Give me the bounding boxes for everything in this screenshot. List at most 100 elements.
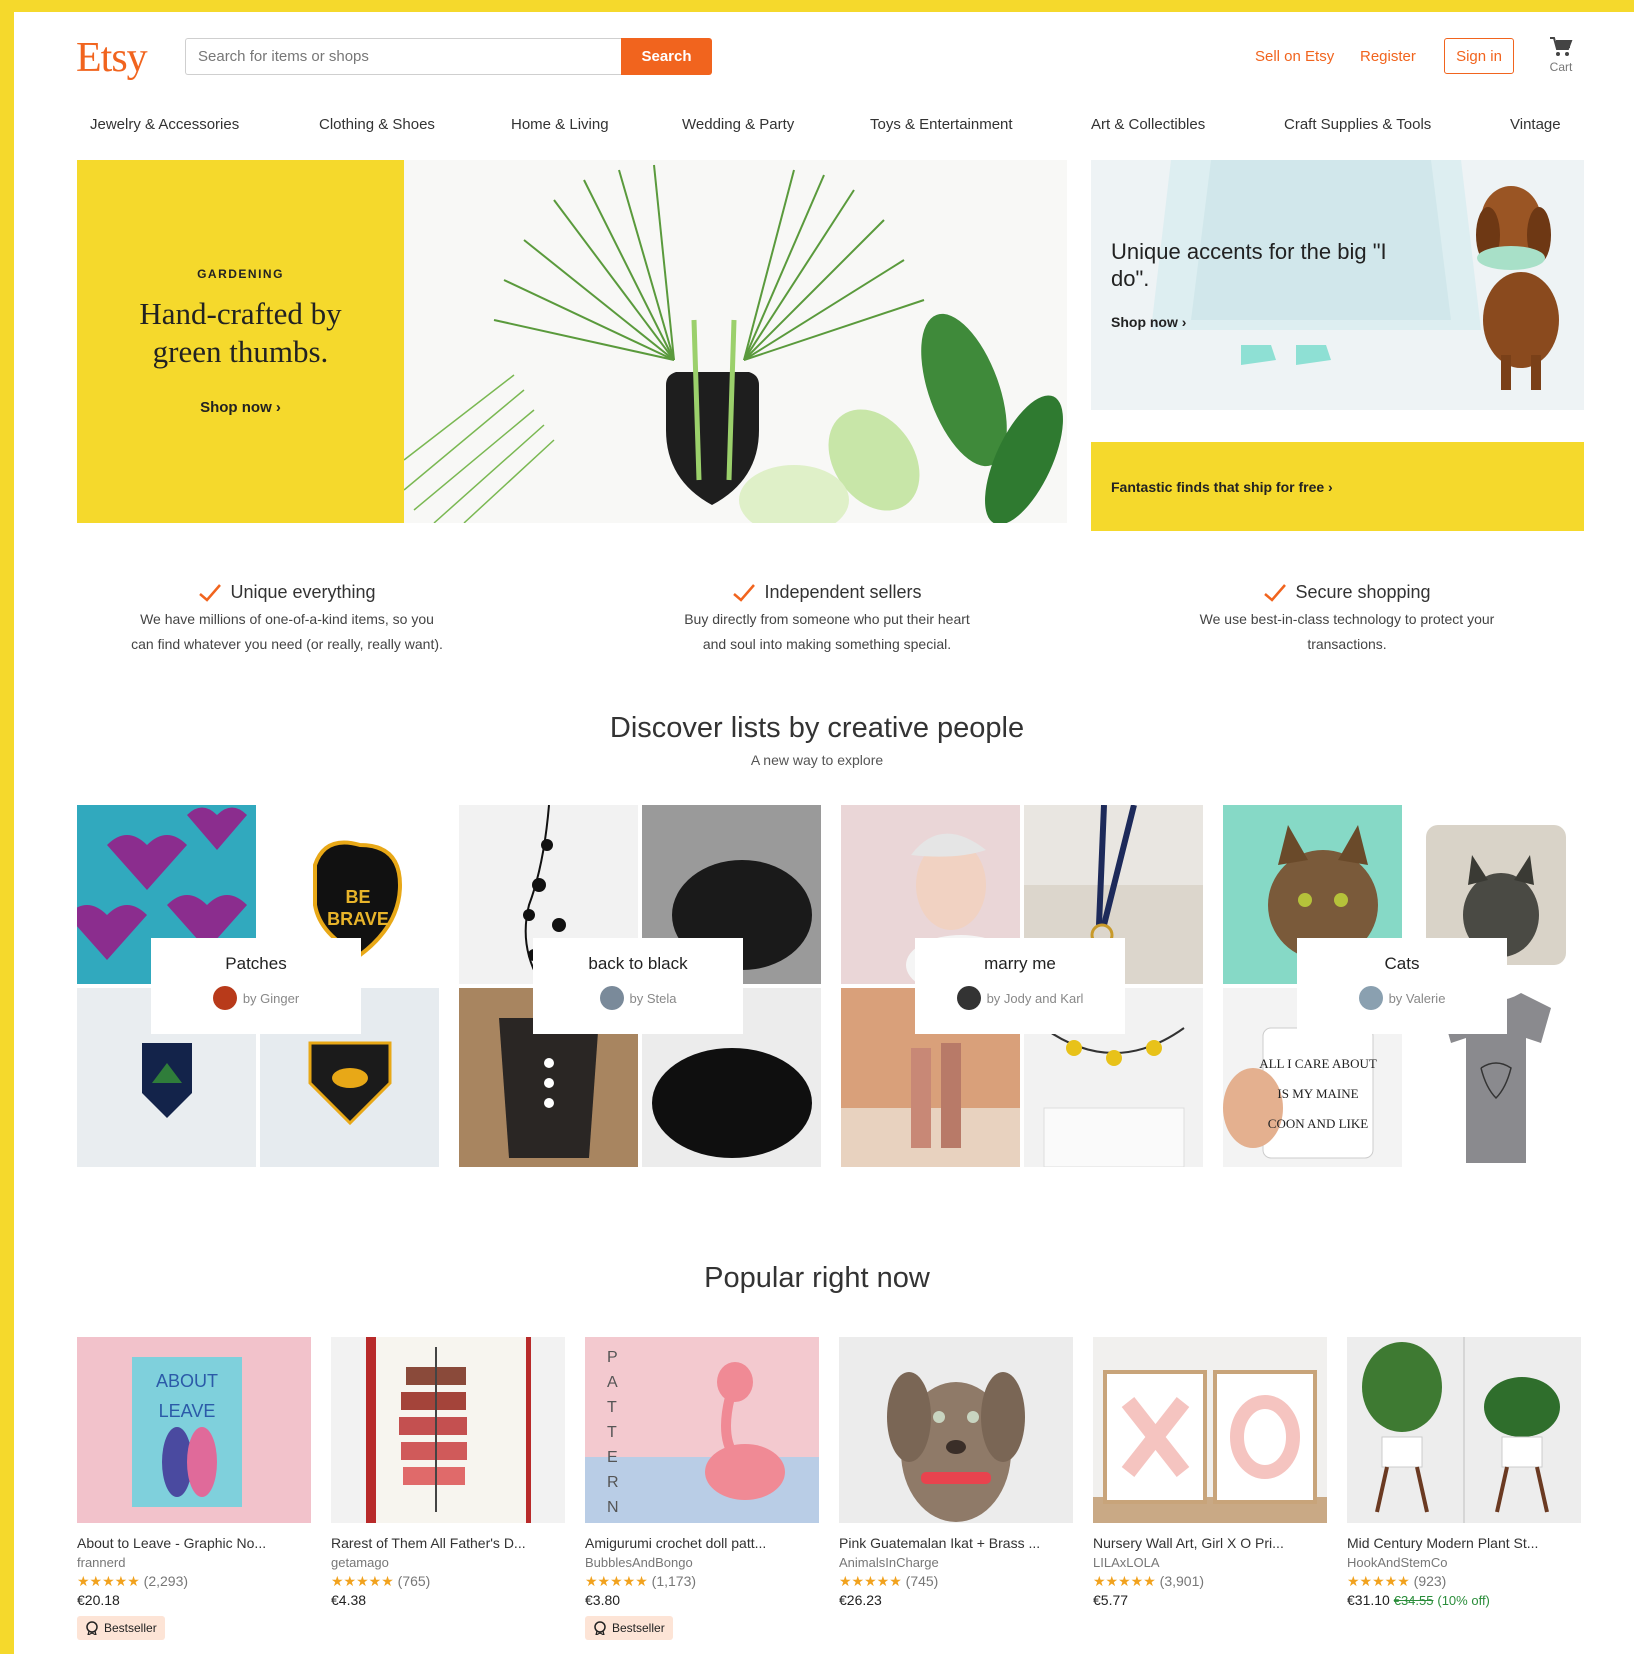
list-name: Cats — [1384, 954, 1420, 973]
product-card[interactable]: Pink Guatemalan Ikat + Brass ... Animals… — [839, 1337, 1073, 1608]
list-name: marry me — [984, 954, 1056, 973]
product-card[interactable]: Nursery Wall Art, Girl X O Pri... LILAxL… — [1093, 1337, 1327, 1608]
product-rating: ★★★★★ (3,901) — [1093, 1573, 1327, 1590]
rating-stars-icon: ★★★★★ — [77, 1573, 140, 1589]
product-shop[interactable]: frannerd — [77, 1555, 311, 1570]
avatar — [599, 986, 624, 1010]
checkmark-icon — [1264, 583, 1287, 602]
hero-text-panel: GARDENING Hand-crafted by green thumbs. … — [77, 160, 404, 523]
product-card[interactable]: Mid Century Modern Plant St... HookAndSt… — [1347, 1337, 1581, 1608]
category-jewelry[interactable]: Jewelry & Accessories — [90, 116, 239, 133]
product-rating: ★★★★★ (745) — [839, 1573, 1073, 1590]
search-bar: Search — [185, 38, 712, 75]
product-title[interactable]: About to Leave - Graphic No... — [77, 1535, 311, 1551]
review-count: (765) — [397, 1573, 431, 1589]
value-props: Unique everything We have millions of on… — [77, 582, 1584, 662]
list-card-marry-me[interactable]: marry me by Jody and Karl — [841, 805, 1203, 1167]
hero-shop-now-link[interactable]: Shop now › — [200, 399, 281, 416]
product-shop[interactable]: HookAndStemCo — [1347, 1555, 1581, 1570]
value-prop-text-line: can find whatever you need (or really, r… — [131, 636, 443, 652]
discount-label: (10% off) — [1437, 1593, 1490, 1608]
review-count: (1,173) — [651, 1573, 697, 1589]
category-vintage[interactable]: Vintage — [1510, 116, 1561, 133]
cart-icon — [1550, 37, 1573, 56]
product-price: €3.80 — [585, 1592, 621, 1608]
search-input[interactable] — [185, 38, 621, 75]
list-label: Cats by Valerie — [1297, 938, 1507, 1034]
list-author: by Ginger — [242, 990, 300, 1006]
hero-banner[interactable]: GARDENING Hand-crafted by green thumbs. … — [77, 160, 1067, 523]
list-card-patches[interactable]: BE BRAVE Patches by Ginger — [77, 805, 439, 1167]
award-icon — [594, 1621, 606, 1635]
hero-image — [403, 160, 1067, 523]
list-card-back-to-black[interactable]: back to black by Stela — [459, 805, 821, 1167]
hero-title: Hand-crafted by green thumbs. — [139, 296, 342, 369]
rating-stars-icon: ★★★★★ — [585, 1573, 648, 1589]
svg-text:COON AND LIKE: COON AND LIKE — [1268, 1116, 1368, 1131]
product-rating: ★★★★★ (765) — [331, 1573, 565, 1590]
product-title[interactable]: Pink Guatemalan Ikat + Brass ... — [839, 1535, 1073, 1551]
etsy-logo[interactable]: Etsy — [76, 34, 148, 82]
discover-title: Discover lists by creative people — [609, 712, 1025, 744]
cart-button[interactable]: Cart — [1542, 36, 1580, 74]
category-home[interactable]: Home & Living — [511, 116, 609, 133]
category-clothing[interactable]: Clothing & Shoes — [319, 116, 435, 133]
wedding-promo[interactable]: Unique accents for the big "I do". Shop … — [1091, 160, 1584, 410]
product-shop[interactable]: AnimalsInCharge — [839, 1555, 1073, 1570]
list-author: by Stela — [629, 990, 677, 1006]
value-prop-title: Independent sellers — [764, 582, 922, 602]
value-prop-title: Unique everything — [230, 582, 376, 602]
product-title[interactable]: Rarest of Them All Father's D... — [331, 1535, 565, 1551]
product-price: €26.23 — [839, 1592, 882, 1608]
free-shipping-banner[interactable]: Fantastic finds that ship for free › — [1091, 442, 1584, 531]
value-prop-text-line: Buy directly from someone who put their … — [684, 611, 970, 627]
list-name: back to black — [588, 954, 688, 973]
product-image — [839, 1337, 1073, 1523]
product-rating: ★★★★★ (1,173) — [585, 1573, 819, 1590]
svg-text:A: A — [607, 1374, 618, 1391]
product-title[interactable]: Mid Century Modern Plant St... — [1347, 1535, 1581, 1551]
list-author: by Jody and Karl — [986, 990, 1084, 1006]
sign-in-button[interactable]: Sign in — [1444, 38, 1514, 74]
list-name: Patches — [225, 954, 287, 973]
category-toys[interactable]: Toys & Entertainment — [870, 116, 1013, 133]
svg-text:IS MY MAINE: IS MY MAINE — [1277, 1086, 1358, 1101]
wedding-promo-shop-now-link[interactable]: Shop now › — [1111, 314, 1186, 330]
value-prop-secure: Secure shopping We use best-in-class tec… — [1147, 582, 1547, 657]
list-card-cats[interactable]: ALL I CARE ABOUT IS MY MAINE COON AND LIKE… — [1223, 805, 1585, 1167]
svg-text:ALL I CARE ABOUT: ALL I CARE ABOUT — [1259, 1056, 1377, 1071]
rating-stars-icon: ★★★★★ — [1347, 1573, 1410, 1589]
product-title[interactable]: Amigurumi crochet doll patt... — [585, 1535, 819, 1551]
avatar — [212, 986, 237, 1010]
product-shop[interactable]: getamago — [331, 1555, 565, 1570]
rating-stars-icon: ★★★★★ — [1093, 1573, 1156, 1589]
category-art[interactable]: Art & Collectibles — [1091, 116, 1205, 133]
category-craft[interactable]: Craft Supplies & Tools — [1284, 116, 1431, 133]
product-image — [1347, 1337, 1581, 1523]
product-shop[interactable]: LILAxLOLA — [1093, 1555, 1327, 1570]
product-shop[interactable]: BubblesAndBongo — [585, 1555, 819, 1570]
product-image — [331, 1337, 565, 1523]
product-image: PATTERN — [585, 1337, 819, 1523]
value-prop-text-line: transactions. — [1307, 636, 1387, 652]
register-link[interactable]: Register — [1360, 48, 1416, 65]
page: Etsy Search Sell on Etsy Register Sign i… — [14, 12, 1634, 1654]
checkmark-icon — [733, 583, 756, 602]
sell-on-etsy-link[interactable]: Sell on Etsy — [1255, 48, 1334, 65]
hero-eyebrow: GARDENING — [197, 267, 284, 281]
product-card[interactable]: Rarest of Them All Father's D... getamag… — [331, 1337, 565, 1608]
product-price: €20.18 — [77, 1592, 120, 1608]
product-image — [1093, 1337, 1327, 1523]
search-button[interactable]: Search — [621, 38, 712, 75]
checkmark-icon — [199, 583, 222, 602]
category-wedding[interactable]: Wedding & Party — [682, 116, 794, 133]
avatar — [1358, 986, 1383, 1010]
product-image: ABOUT LEAVE — [77, 1337, 311, 1523]
svg-text:ABOUT: ABOUT — [156, 1371, 218, 1391]
rating-stars-icon: ★★★★★ — [839, 1573, 902, 1589]
svg-text:T: T — [607, 1424, 617, 1441]
product-title[interactable]: Nursery Wall Art, Girl X O Pri... — [1093, 1535, 1327, 1551]
product-card[interactable]: PATTERN Amigurumi crochet doll patt... B… — [585, 1337, 819, 1640]
review-count: (923) — [1413, 1573, 1447, 1589]
product-card[interactable]: ABOUT LEAVE About to Leave - Graphic No..… — [77, 1337, 311, 1640]
